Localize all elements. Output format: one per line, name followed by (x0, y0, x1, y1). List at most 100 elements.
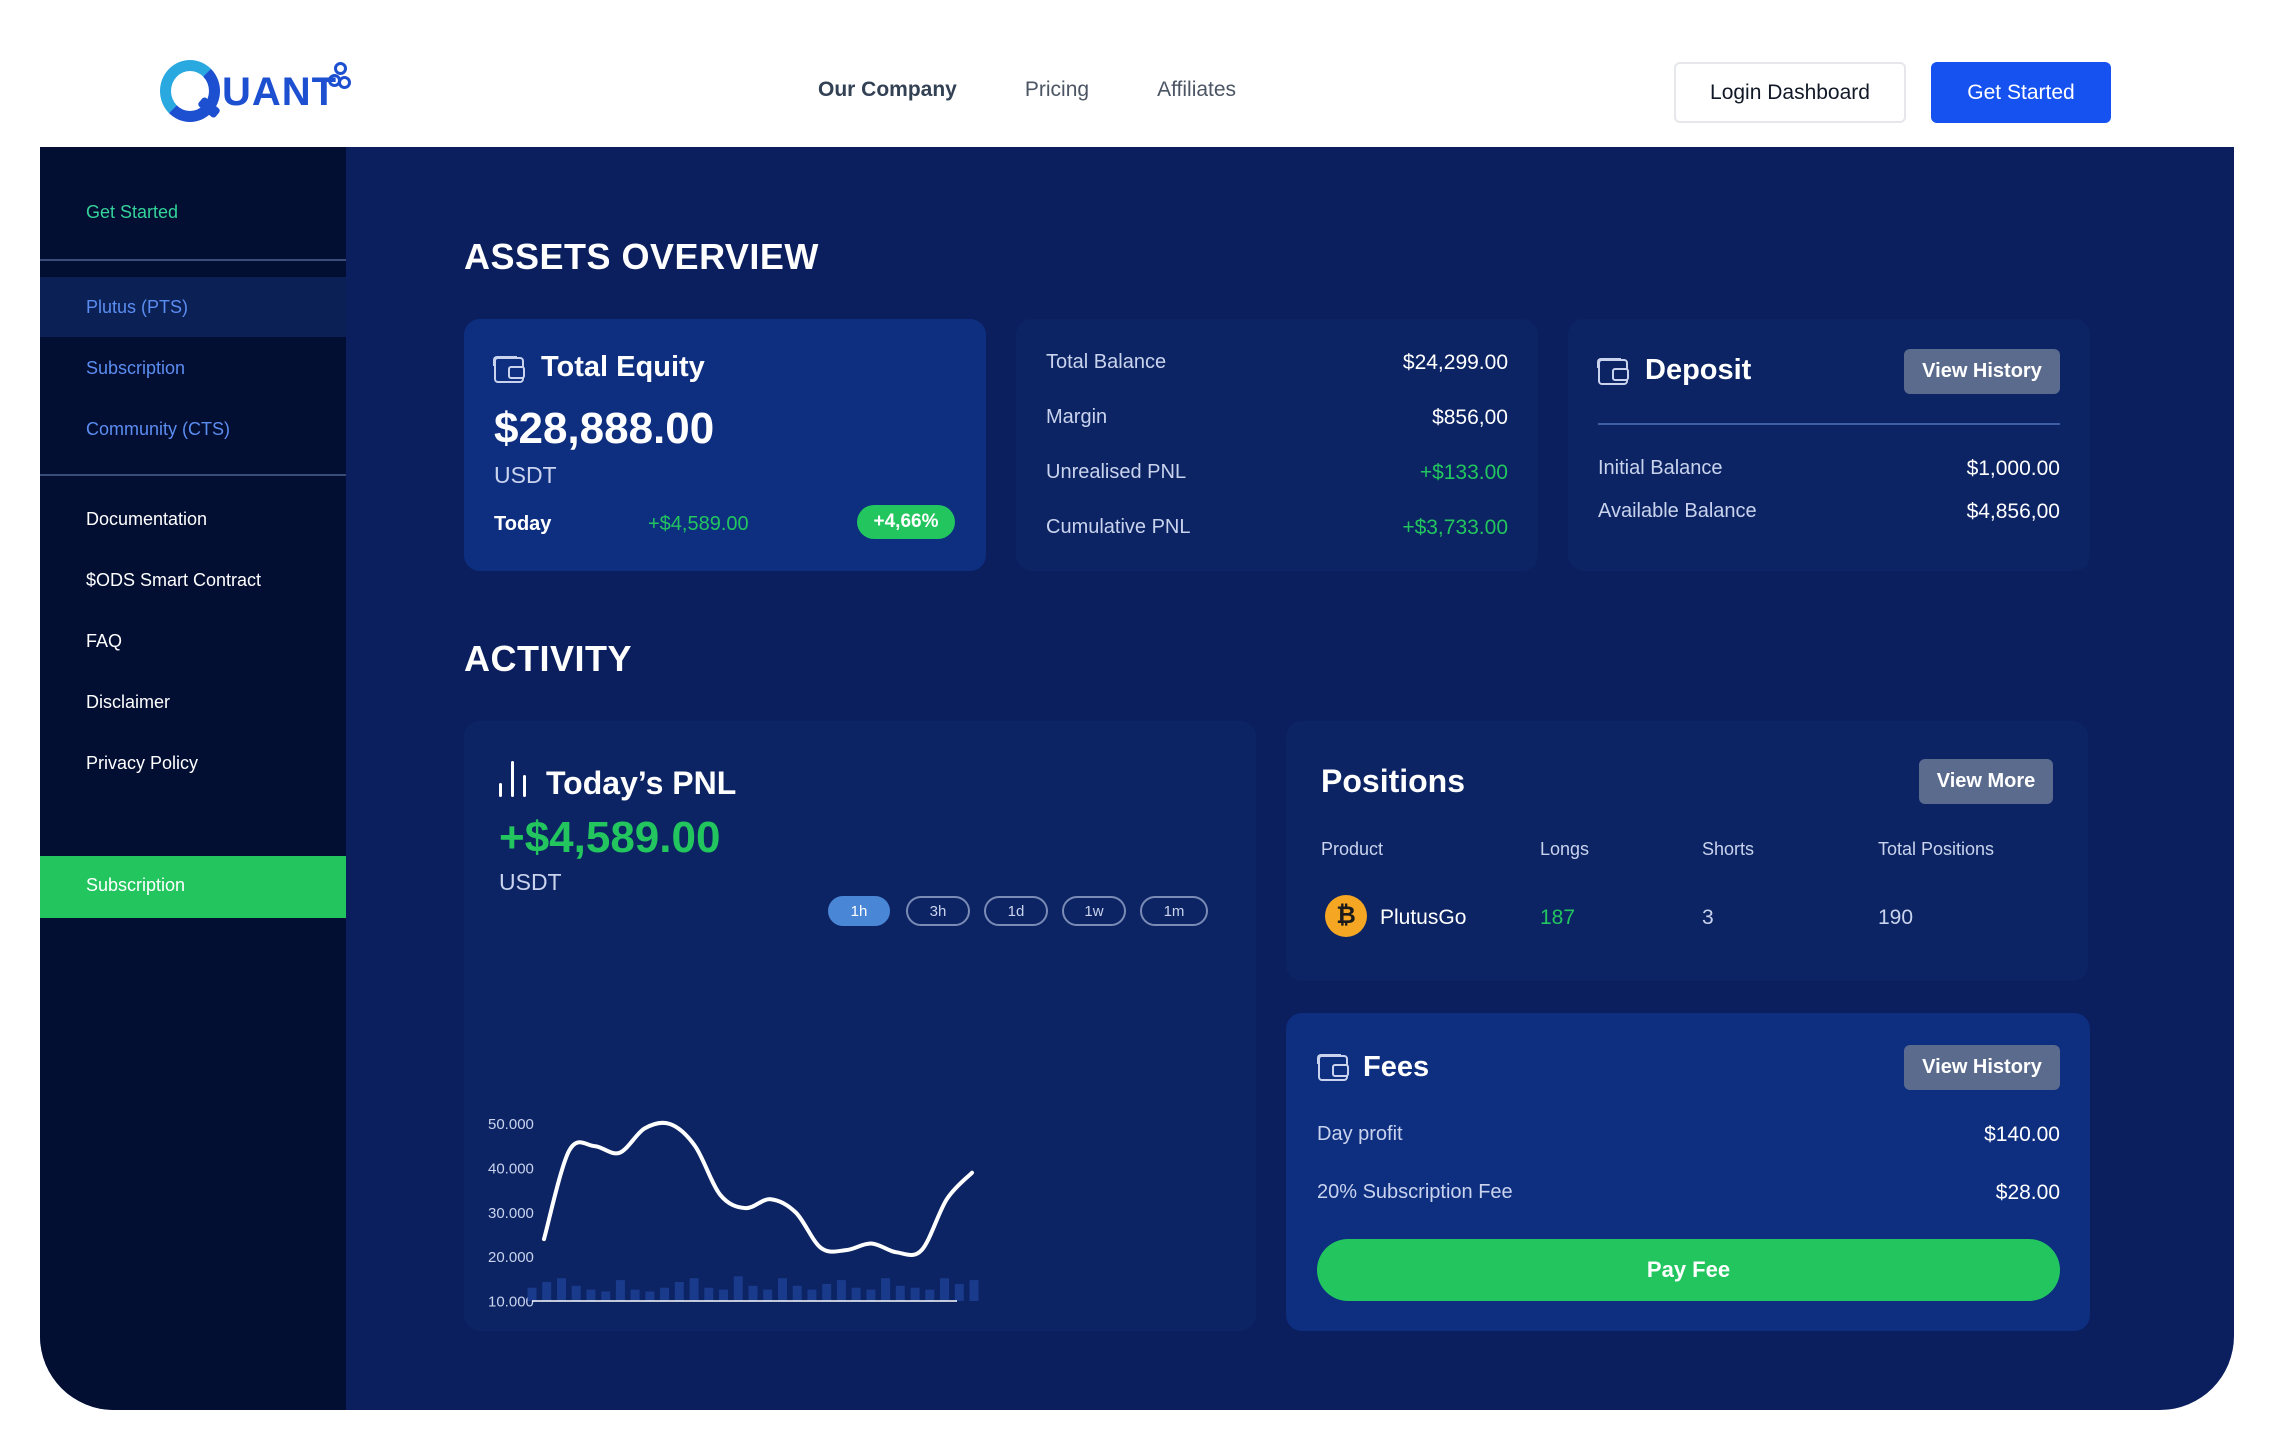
sidebar-item-community[interactable]: Community (CTS) (86, 419, 230, 440)
today-label: Today (494, 513, 552, 535)
deposit-title: Deposit (1645, 354, 1752, 386)
volume-bar (881, 1278, 891, 1301)
wallet-icon (493, 356, 525, 383)
pnl-line-chart: 50.000 40.000 30.000 20.000 10.000 19:00 19:1… (488, 1116, 994, 1331)
volume-bar (792, 1285, 802, 1301)
position-longs: 187 (1540, 906, 1576, 929)
top-nav: UANT Our Company Pricing Affiliates Logi… (0, 0, 2280, 147)
wallet-icon (1597, 358, 1629, 385)
today-change: +$4,589.00 (648, 513, 749, 535)
unrealised-pnl-label: Unrealised PNL (1046, 461, 1187, 483)
volume-bar (601, 1291, 611, 1301)
x-tick-label: 19:50 (956, 1329, 994, 1331)
day-profit-value: $140.00 (1984, 1123, 2060, 1146)
cumulative-pnl-value: +$3,733.00 (1402, 516, 1508, 539)
y-tick-label: 10.000 (488, 1294, 534, 1311)
balance-card: Total Balance $24,299.00 Margin $856,00 … (1016, 319, 1538, 571)
sidebar-divider (40, 259, 346, 261)
logo-text: UANT (222, 70, 338, 114)
x-tick-label: 19:30 (789, 1329, 827, 1331)
deposit-card: Deposit View History Initial Balance $1,… (1568, 319, 2090, 571)
nav-affiliates[interactable]: Affiliates (1157, 78, 1236, 102)
volume-bar (822, 1283, 832, 1301)
volume-bar (674, 1282, 684, 1301)
position-total: 190 (1878, 906, 1914, 929)
x-tick-label: 19:00 (538, 1329, 576, 1331)
volume-bar (689, 1278, 699, 1301)
unrealised-pnl-value: +$133.00 (1419, 461, 1508, 484)
volume-bar (954, 1283, 964, 1301)
y-tick-label: 40.000 (488, 1160, 534, 1177)
margin-label: Margin (1046, 406, 1108, 428)
sidebar-item-documentation[interactable]: Documentation (86, 509, 207, 530)
day-profit-label: Day profit (1317, 1123, 1403, 1145)
cumulative-pnl-label: Cumulative PNL (1046, 516, 1191, 538)
position-shorts: 3 (1702, 906, 1714, 929)
initial-balance-value: $1,000.00 (1966, 457, 2060, 480)
volume-bar (557, 1278, 566, 1301)
positions-title: Positions (1321, 763, 1466, 799)
get-started-button[interactable]: Get Started (1931, 62, 2111, 123)
sidebar-divider (40, 474, 346, 476)
x-tick-label: 19:10 (622, 1329, 660, 1331)
balance-label: Total Balance (1046, 351, 1167, 373)
y-tick-label: 50.000 (488, 1116, 534, 1133)
balance-value: $24,299.00 (1402, 351, 1508, 374)
position-product[interactable]: PlutusGo (1380, 906, 1466, 930)
nav-links: Our Company Pricing Affiliates (818, 78, 1304, 102)
y-tick-label: 30.000 (488, 1205, 534, 1222)
volume-bar (660, 1287, 670, 1301)
sidebar-item-get-started[interactable]: Get Started (86, 202, 178, 223)
volume-bar (615, 1280, 625, 1301)
fees-card: Fees View History Day profit $140.00 20%… (1286, 1013, 2090, 1331)
volume-bar (778, 1278, 787, 1301)
subscription-fee-value: $28.00 (1995, 1181, 2060, 1204)
positions-card: Positions View More Product Longs Shorts… (1286, 721, 2088, 981)
volume-bar (542, 1282, 552, 1301)
total-equity-amount: $28,888.00 (494, 404, 715, 453)
sidebar-item-plutus[interactable]: Plutus (PTS) (86, 297, 188, 318)
volume-bar (969, 1280, 979, 1301)
total-equity-currency: USDT (494, 462, 557, 488)
available-balance-value: $4,856,00 (1966, 500, 2060, 523)
bitcoin-icon: ₿ (1325, 895, 1367, 937)
initial-balance-label: Initial Balance (1598, 457, 1723, 479)
x-tick-label: 19:40 (873, 1329, 911, 1331)
fees-view-history-button[interactable]: View History (1904, 1045, 2060, 1090)
pay-fee-button[interactable]: Pay Fee (1317, 1239, 2060, 1301)
sidebar-item-disclaimer[interactable]: Disclaimer (86, 692, 170, 713)
y-tick-label: 20.000 (488, 1249, 534, 1266)
margin-value: $856,00 (1432, 406, 1508, 429)
volume-bar (925, 1289, 935, 1301)
positions-header-shorts: Shorts (1702, 839, 1755, 859)
total-equity-title: Total Equity (541, 351, 705, 383)
today-pct-badge: +4,66% (857, 505, 955, 539)
todays-pnl-card: Today’s PNL +$4,589.00 USDT 1h 3h 1d 1w … (464, 721, 1256, 1331)
volume-bar (866, 1289, 876, 1301)
logo-atom-icon (328, 62, 352, 96)
nav-pricing[interactable]: Pricing (1025, 78, 1089, 102)
wallet-icon (1317, 1054, 1349, 1081)
sidebar-item-smart-contract[interactable]: $ODS Smart Contract (86, 570, 261, 591)
volume-bar (571, 1285, 581, 1301)
sidebar-subscription-cta-label: Subscription (86, 875, 186, 895)
login-dashboard-button[interactable]: Login Dashboard (1674, 62, 1906, 123)
volume-bar (836, 1280, 846, 1301)
positions-view-more-button[interactable]: View More (1919, 759, 2053, 804)
sidebar-item-faq[interactable]: FAQ (86, 631, 122, 652)
sidebar-item-privacy-policy[interactable]: Privacy Policy (86, 753, 198, 774)
volume-bar (586, 1289, 596, 1301)
assets-overview-title: ASSETS OVERVIEW (464, 236, 819, 277)
subscription-fee-label: 20% Subscription Fee (1317, 1181, 1513, 1203)
volume-bar (733, 1276, 743, 1301)
deposit-view-history-button[interactable]: View History (1904, 349, 2060, 394)
dashboard-shell: Get Started Plutus (PTS) Subscription Co… (40, 147, 2234, 1410)
quant-logo[interactable]: UANT (160, 58, 360, 124)
sidebar-item-subscription[interactable]: Subscription (86, 358, 185, 379)
nav-our-company[interactable]: Our Company (818, 78, 957, 102)
volume-bar (940, 1278, 949, 1301)
volume-bar (719, 1289, 728, 1301)
x-tick-label: 19:20 (705, 1329, 743, 1331)
positions-header-product: Product (1321, 839, 1384, 859)
volume-bar (704, 1287, 714, 1301)
